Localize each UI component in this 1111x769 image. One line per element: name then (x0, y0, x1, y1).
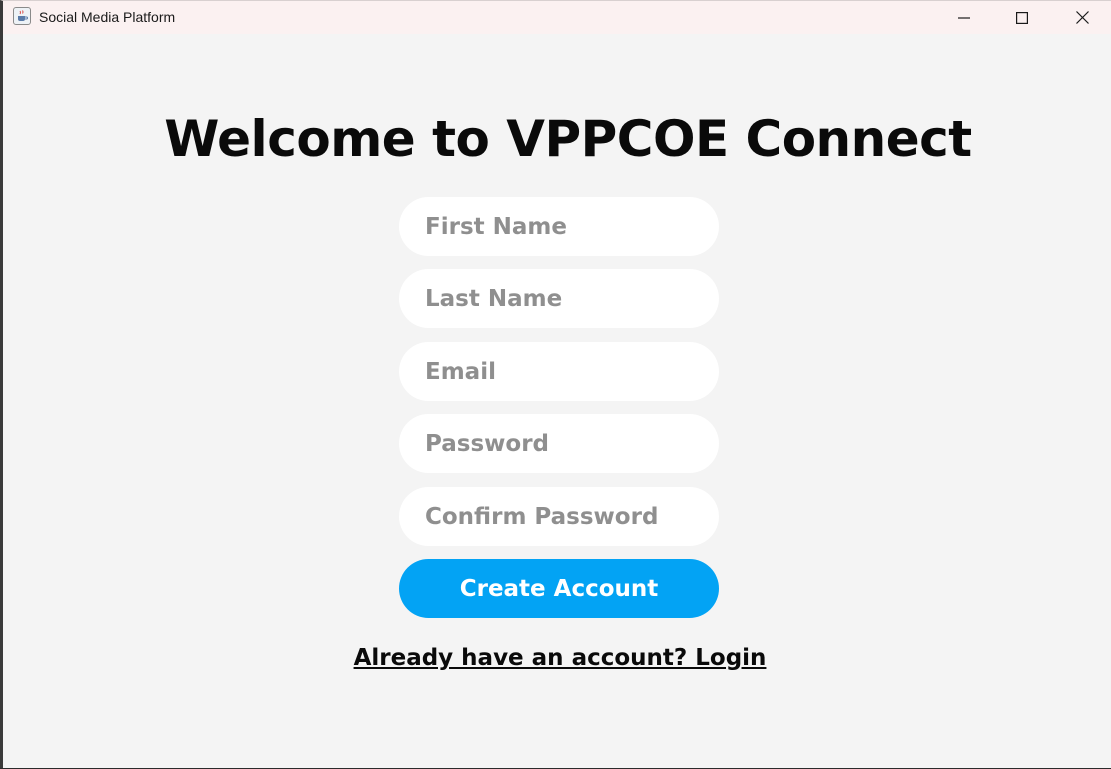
window-title: Social Media Platform (39, 9, 176, 25)
maximize-button[interactable] (993, 1, 1051, 34)
minimize-button[interactable] (935, 1, 993, 34)
minimize-icon (958, 16, 970, 19)
confirm-password-input[interactable] (399, 487, 719, 546)
page-title: Welcome to VPPCOE Connect (164, 110, 972, 168)
java-cup-icon (13, 7, 31, 25)
close-icon (1075, 11, 1089, 24)
password-input[interactable] (399, 414, 719, 473)
login-link[interactable]: Already have an account? Login (3, 645, 1111, 671)
close-button[interactable] (1053, 1, 1111, 34)
maximize-icon (1016, 11, 1028, 24)
create-account-button[interactable]: Create Account (399, 559, 719, 618)
first-name-input[interactable] (399, 197, 719, 256)
signup-panel: Welcome to VPPCOE Connect Create Account… (3, 34, 1111, 769)
app-window: Social Media Platform Welcome to VPPCOE … (0, 0, 1111, 768)
email-input[interactable] (399, 342, 719, 401)
title-bar[interactable]: Social Media Platform (3, 1, 1111, 34)
last-name-input[interactable] (399, 269, 719, 328)
